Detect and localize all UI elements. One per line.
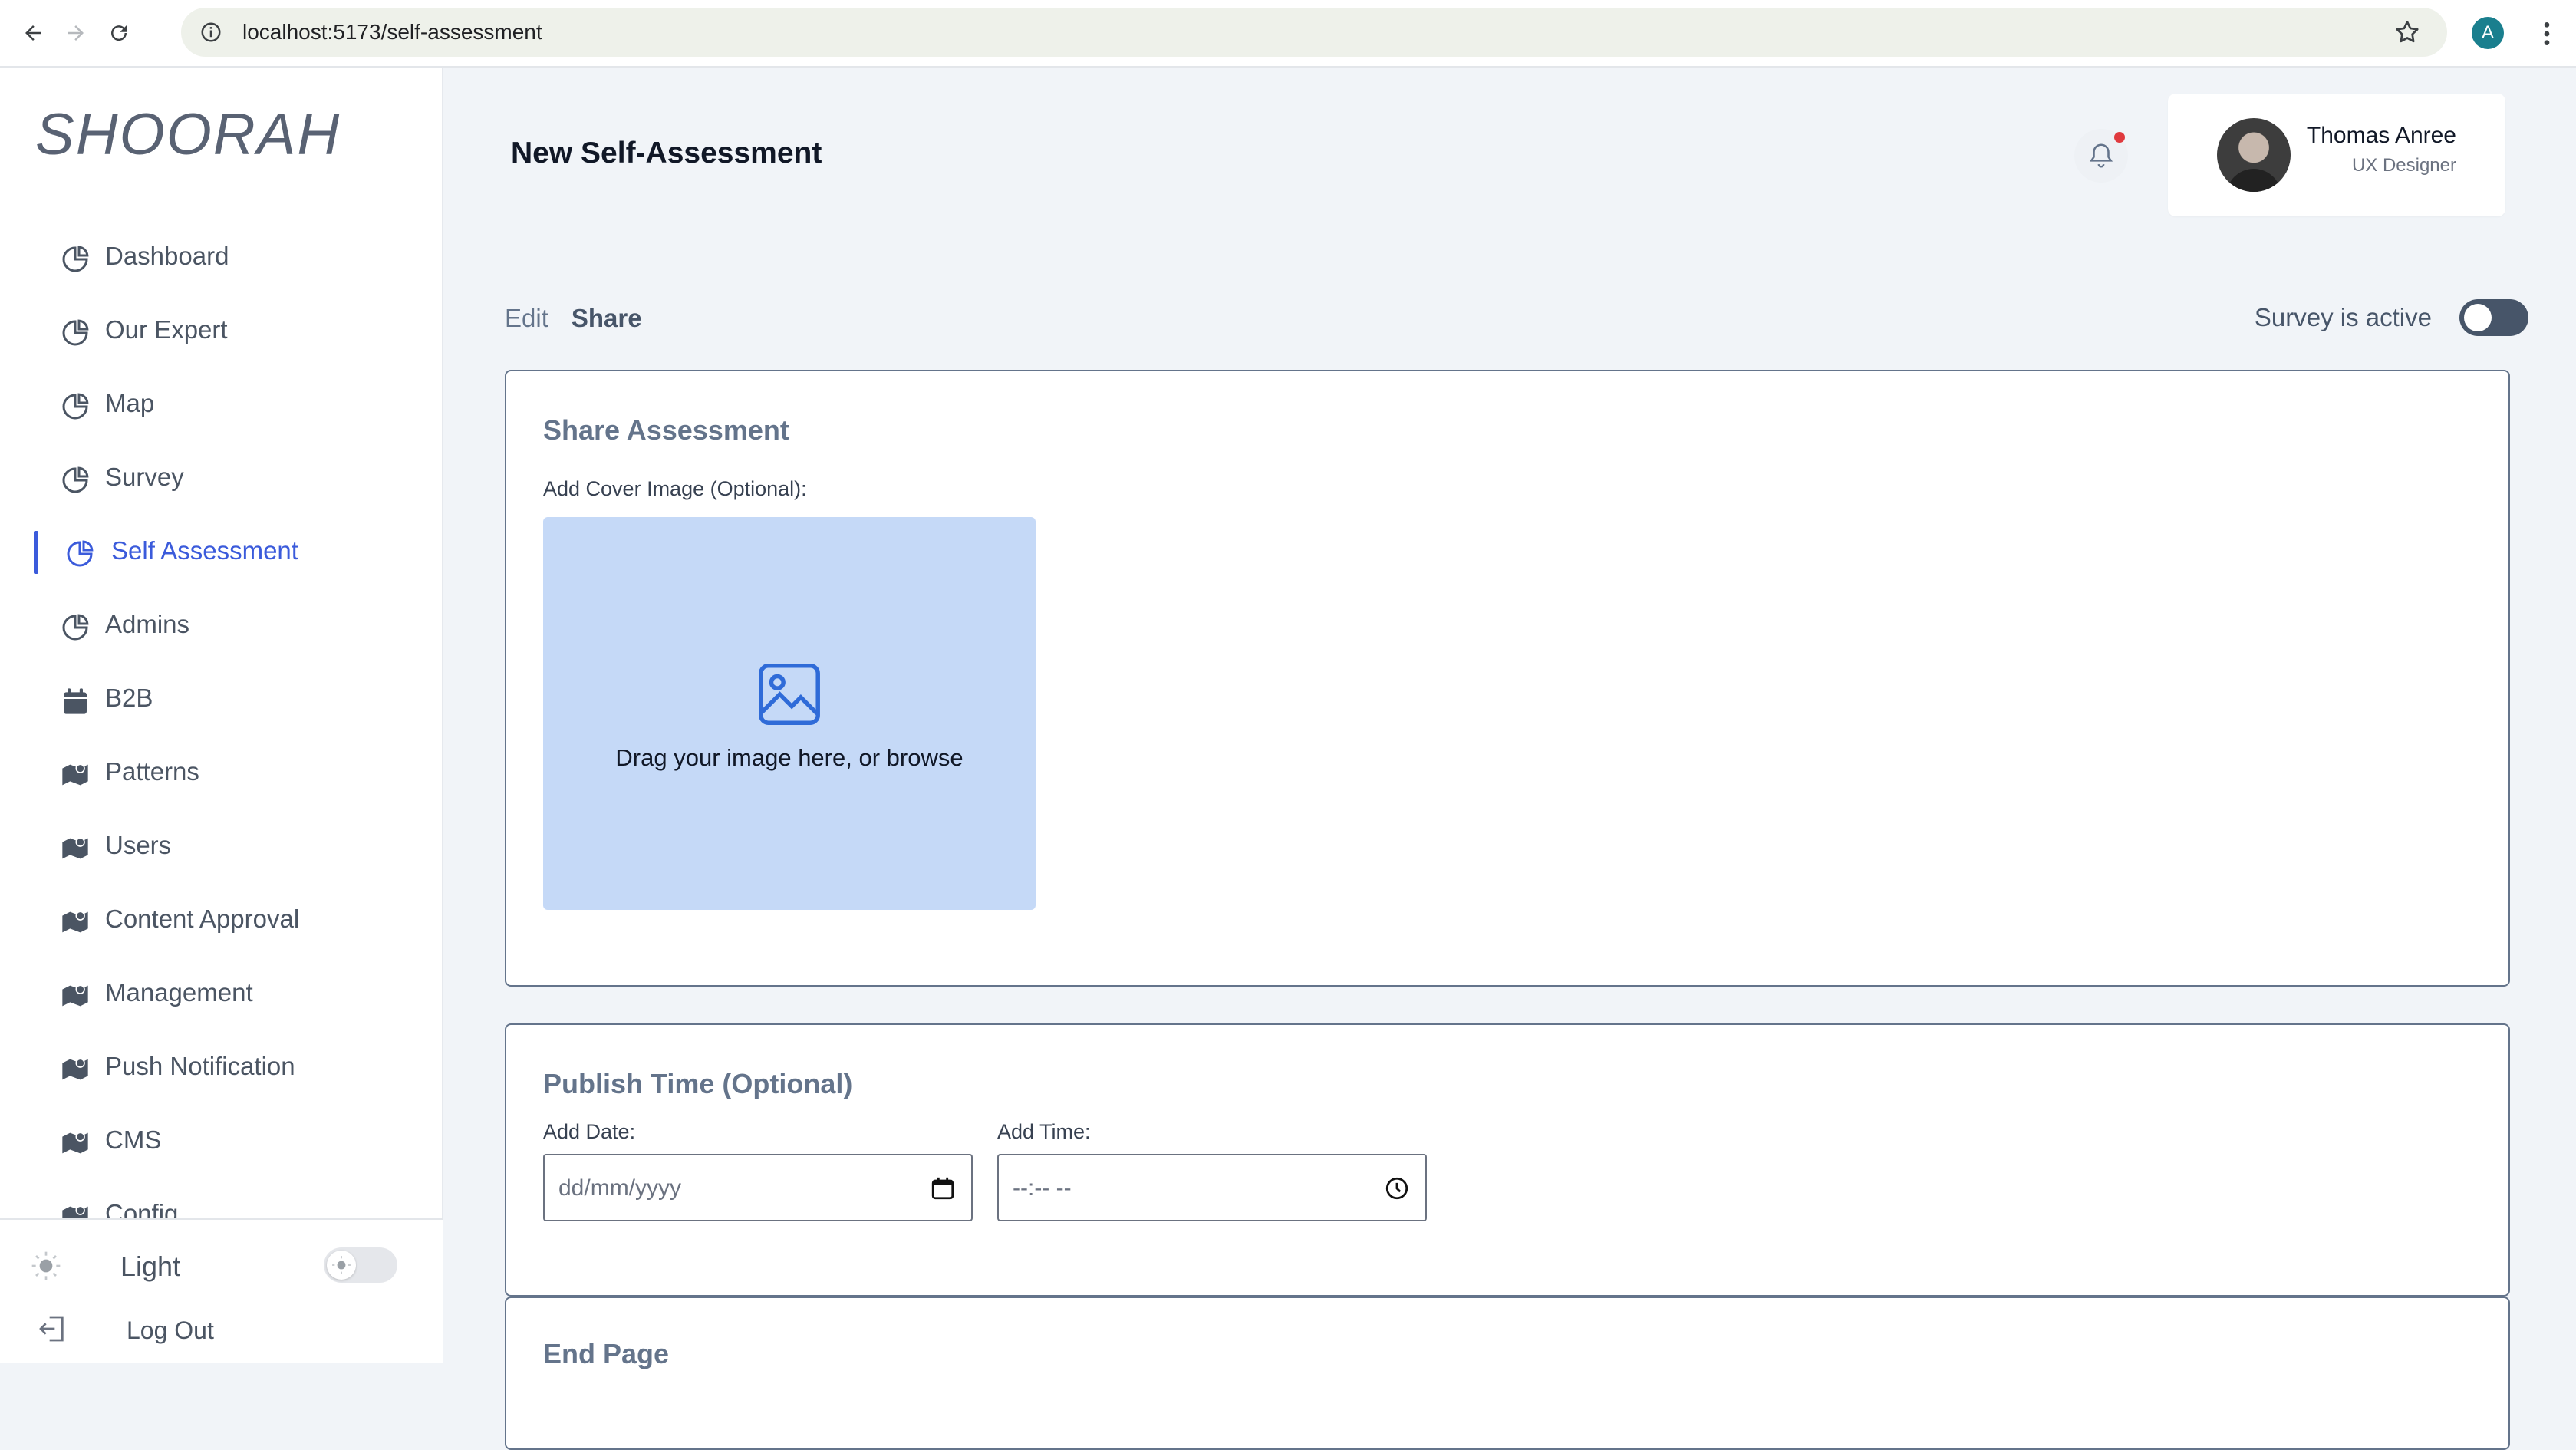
browser-profile-avatar[interactable]: A <box>2472 17 2504 49</box>
sidebar-footer: Light Log Out <box>0 1218 443 1363</box>
bookmark-star-icon[interactable] <box>2393 18 2421 46</box>
logout-button[interactable]: Log Out <box>0 1306 443 1352</box>
sidebar-item-content-approval[interactable]: Content Approval <box>0 882 443 956</box>
sidebar-item-users[interactable]: Users <box>0 809 443 882</box>
sidebar-item-label: Content Approval <box>105 905 300 933</box>
calendar-icon[interactable] <box>930 1175 956 1201</box>
date-placeholder: dd/mm/yyyy <box>558 1175 682 1201</box>
sidebar-item-label: Push Notification <box>105 1052 295 1080</box>
sidebar-item-our-expert[interactable]: Our Expert <box>0 293 443 367</box>
share-assessment-card: Share Assessment Add Cover Image (Option… <box>505 370 2510 987</box>
map-icon <box>62 837 88 859</box>
address-bar[interactable]: localhost:5173/self-assessment <box>181 8 2447 57</box>
end-page-card: End Page <box>505 1297 2510 1450</box>
end-page-title: End Page <box>543 1338 670 1369</box>
sidebar-item-label: B2B <box>105 684 153 712</box>
reload-icon[interactable] <box>98 12 140 54</box>
image-icon <box>759 664 820 725</box>
sidebar-item-admins[interactable]: Admins <box>0 588 443 661</box>
main-content: New Self-Assessment Thomas Anree UX Desi… <box>445 68 2576 1450</box>
survey-active-row: Survey is active <box>2255 299 2528 336</box>
sidebar-item-cms[interactable]: CMS <box>0 1103 443 1177</box>
date-input[interactable]: dd/mm/yyyy <box>543 1154 973 1221</box>
sidebar-item-patterns[interactable]: Patterns <box>0 735 443 809</box>
theme-label: Light <box>120 1251 181 1282</box>
user-profile-card[interactable]: Thomas Anree UX Designer <box>2168 94 2505 216</box>
pie-chart-icon <box>67 540 94 567</box>
sidebar-item-self-assessment[interactable]: Self Assessment <box>0 514 443 588</box>
notification-dot <box>2114 132 2125 143</box>
clock-icon[interactable] <box>1384 1175 1410 1201</box>
theme-switcher: Light <box>0 1243 443 1289</box>
back-arrow-icon[interactable] <box>12 12 54 54</box>
page-title: New Self-Assessment <box>511 137 822 170</box>
publish-time-title: Publish Time (Optional) <box>543 1068 853 1099</box>
time-label: Add Time: <box>997 1120 1091 1143</box>
map-icon <box>62 911 88 933</box>
date-label: Add Date: <box>543 1120 636 1143</box>
sidebar-item-label: Survey <box>105 463 184 491</box>
time-placeholder: --:-- -- <box>1013 1175 1072 1201</box>
sidebar-item-management[interactable]: Management <box>0 956 443 1030</box>
sidebar-item-label: Admins <box>105 610 190 638</box>
map-icon <box>62 1058 88 1080</box>
tab-share[interactable]: Share <box>572 304 642 333</box>
map-icon <box>62 763 88 786</box>
dropzone-text: Drag your image here, or browse <box>615 744 964 771</box>
user-name: Thomas Anree <box>2306 123 2456 148</box>
calendar-icon <box>64 688 87 714</box>
notification-button[interactable] <box>2074 129 2128 183</box>
publish-time-card: Publish Time (Optional) Add Date: dd/mm/… <box>505 1023 2510 1297</box>
pie-chart-icon <box>62 319 89 346</box>
cover-image-dropzone[interactable]: Drag your image here, or browse <box>543 517 1036 910</box>
url-text[interactable]: localhost:5173/self-assessment <box>242 20 542 44</box>
pie-chart-icon <box>62 614 89 641</box>
forward-arrow-icon[interactable] <box>55 12 97 54</box>
map-icon <box>62 1132 88 1154</box>
app-logo[interactable]: SHOORAH <box>35 101 341 168</box>
bell-icon <box>2089 143 2113 168</box>
sidebar-nav: Dashboard Our Expert Map Survey Self Ass… <box>0 219 443 1251</box>
pie-chart-icon <box>62 246 89 272</box>
edit-share-tabs: Edit Share <box>505 304 642 333</box>
pie-chart-icon <box>62 393 89 420</box>
sidebar-item-dashboard[interactable]: Dashboard <box>0 219 443 293</box>
sidebar-item-push-notification[interactable]: Push Notification <box>0 1030 443 1103</box>
sidebar: SHOORAH Dashboard Our Expert Map Survey … <box>0 68 443 1363</box>
sun-icon <box>31 1251 61 1280</box>
sidebar-item-label: Our Expert <box>105 315 228 344</box>
survey-active-label: Survey is active <box>2254 303 2432 331</box>
site-info-icon[interactable] <box>199 21 222 44</box>
theme-toggle-knob <box>327 1251 356 1280</box>
pie-chart-icon <box>62 466 89 493</box>
cover-image-label: Add Cover Image (Optional): <box>543 477 807 500</box>
user-role: UX Designer <box>2351 155 2456 176</box>
sun-icon <box>332 1256 351 1274</box>
sidebar-item-b2b[interactable]: B2B <box>0 661 443 735</box>
avatar <box>2217 118 2291 192</box>
sidebar-item-label: Management <box>105 978 253 1007</box>
active-indicator <box>34 531 38 574</box>
sidebar-item-label: Self Assessment <box>111 536 298 565</box>
sidebar-item-survey[interactable]: Survey <box>0 440 443 514</box>
sidebar-item-label: Users <box>105 831 172 859</box>
logout-icon <box>39 1316 64 1342</box>
tab-edit[interactable]: Edit <box>505 304 548 333</box>
sidebar-item-label: CMS <box>105 1125 162 1154</box>
sidebar-item-label: Patterns <box>105 757 199 786</box>
theme-toggle[interactable] <box>324 1247 397 1283</box>
logout-label: Log Out <box>127 1317 214 1344</box>
time-input[interactable]: --:-- -- <box>997 1154 1427 1221</box>
browser-menu-icon[interactable] <box>2532 18 2562 49</box>
survey-active-toggle-knob <box>2464 304 2492 331</box>
map-icon <box>62 984 88 1007</box>
share-assessment-title: Share Assessment <box>543 414 789 446</box>
sidebar-item-map[interactable]: Map <box>0 367 443 440</box>
sidebar-item-label: Map <box>105 389 155 417</box>
browser-toolbar: localhost:5173/self-assessment A <box>0 0 2576 68</box>
survey-active-toggle[interactable] <box>2459 299 2528 336</box>
sidebar-item-label: Dashboard <box>105 242 229 270</box>
